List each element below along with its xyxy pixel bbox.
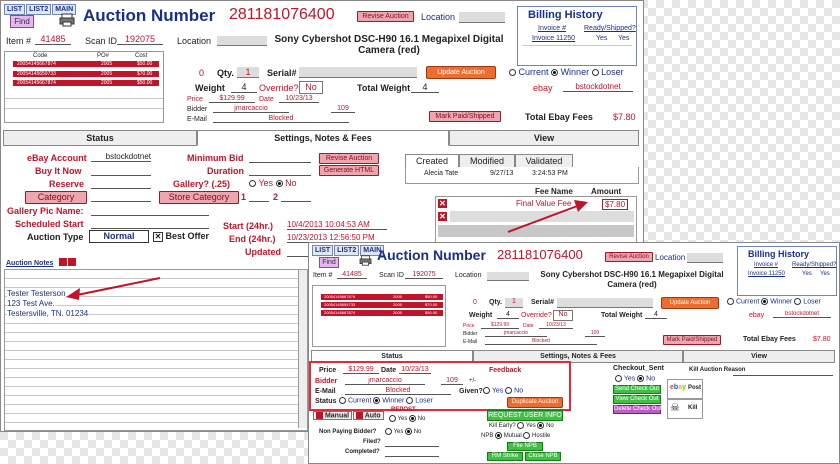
arrow-notes bbox=[71, 277, 161, 297]
arrow-fee bbox=[507, 204, 581, 233]
arrow-notes-head bbox=[66, 288, 80, 300]
annotation-arrows bbox=[66, 200, 588, 300]
arrow-fee-head bbox=[574, 200, 588, 212]
